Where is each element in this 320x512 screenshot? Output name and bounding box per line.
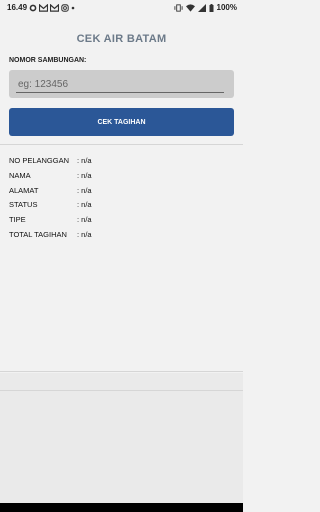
info-value: : n/a xyxy=(77,170,92,180)
info-row-status: STATUS : n/a xyxy=(9,200,92,215)
info-row-alamat: ALAMAT : n/a xyxy=(9,186,92,201)
divider xyxy=(0,371,243,372)
info-row-nama: NAMA : n/a xyxy=(9,171,92,186)
info-key: TOTAL TAGIHAN xyxy=(9,229,67,239)
info-key: NO PELANGGAN xyxy=(9,156,70,165)
navigation-bar xyxy=(0,503,243,512)
info-value: : n/a xyxy=(77,215,92,225)
battery-icon xyxy=(209,3,214,12)
page-title: CEK AIR BATAM xyxy=(76,33,167,45)
cek-tagihan-button[interactable]: CEK TAGIHAN xyxy=(9,108,234,136)
info-row-total-tagihan: TOTAL TAGIHAN : n/a xyxy=(9,230,92,245)
whatsapp-icon xyxy=(29,4,37,12)
gmail-icon xyxy=(39,3,49,12)
info-value: : n/a xyxy=(77,156,92,165)
info-value: : n/a xyxy=(77,229,92,239)
battery-level: 100% xyxy=(216,3,237,12)
wifi-icon xyxy=(185,3,195,12)
divider xyxy=(0,144,243,145)
info-key: ALAMAT xyxy=(9,185,39,195)
bill-info: NO PELANGGAN : n/a NAMA : n/a ALAMAT : n… xyxy=(9,156,92,245)
info-row-no-pelanggan: NO PELANGGAN : n/a xyxy=(9,156,92,171)
divider xyxy=(0,390,243,391)
dot-icon xyxy=(71,4,75,12)
info-key: NAMA xyxy=(9,170,31,180)
vibrate-icon xyxy=(173,3,183,12)
clock: 16.49 xyxy=(7,3,28,12)
gmail-icon xyxy=(50,3,60,12)
bottom-panel xyxy=(0,373,243,503)
status-bar: 16.49 100% xyxy=(0,0,243,18)
signal-icon xyxy=(197,3,206,12)
info-row-tipe: TIPE : n/a xyxy=(9,215,92,230)
input-label: NOMOR SAMBUNGAN: xyxy=(9,57,87,64)
instagram-icon xyxy=(61,3,69,12)
info-value: : n/a xyxy=(77,200,92,210)
info-value: : n/a xyxy=(77,185,92,195)
info-key: TIPE xyxy=(9,215,26,225)
info-key: STATUS xyxy=(9,200,38,210)
nomor-sambungan-input[interactable] xyxy=(16,76,224,93)
input-container xyxy=(9,70,234,98)
